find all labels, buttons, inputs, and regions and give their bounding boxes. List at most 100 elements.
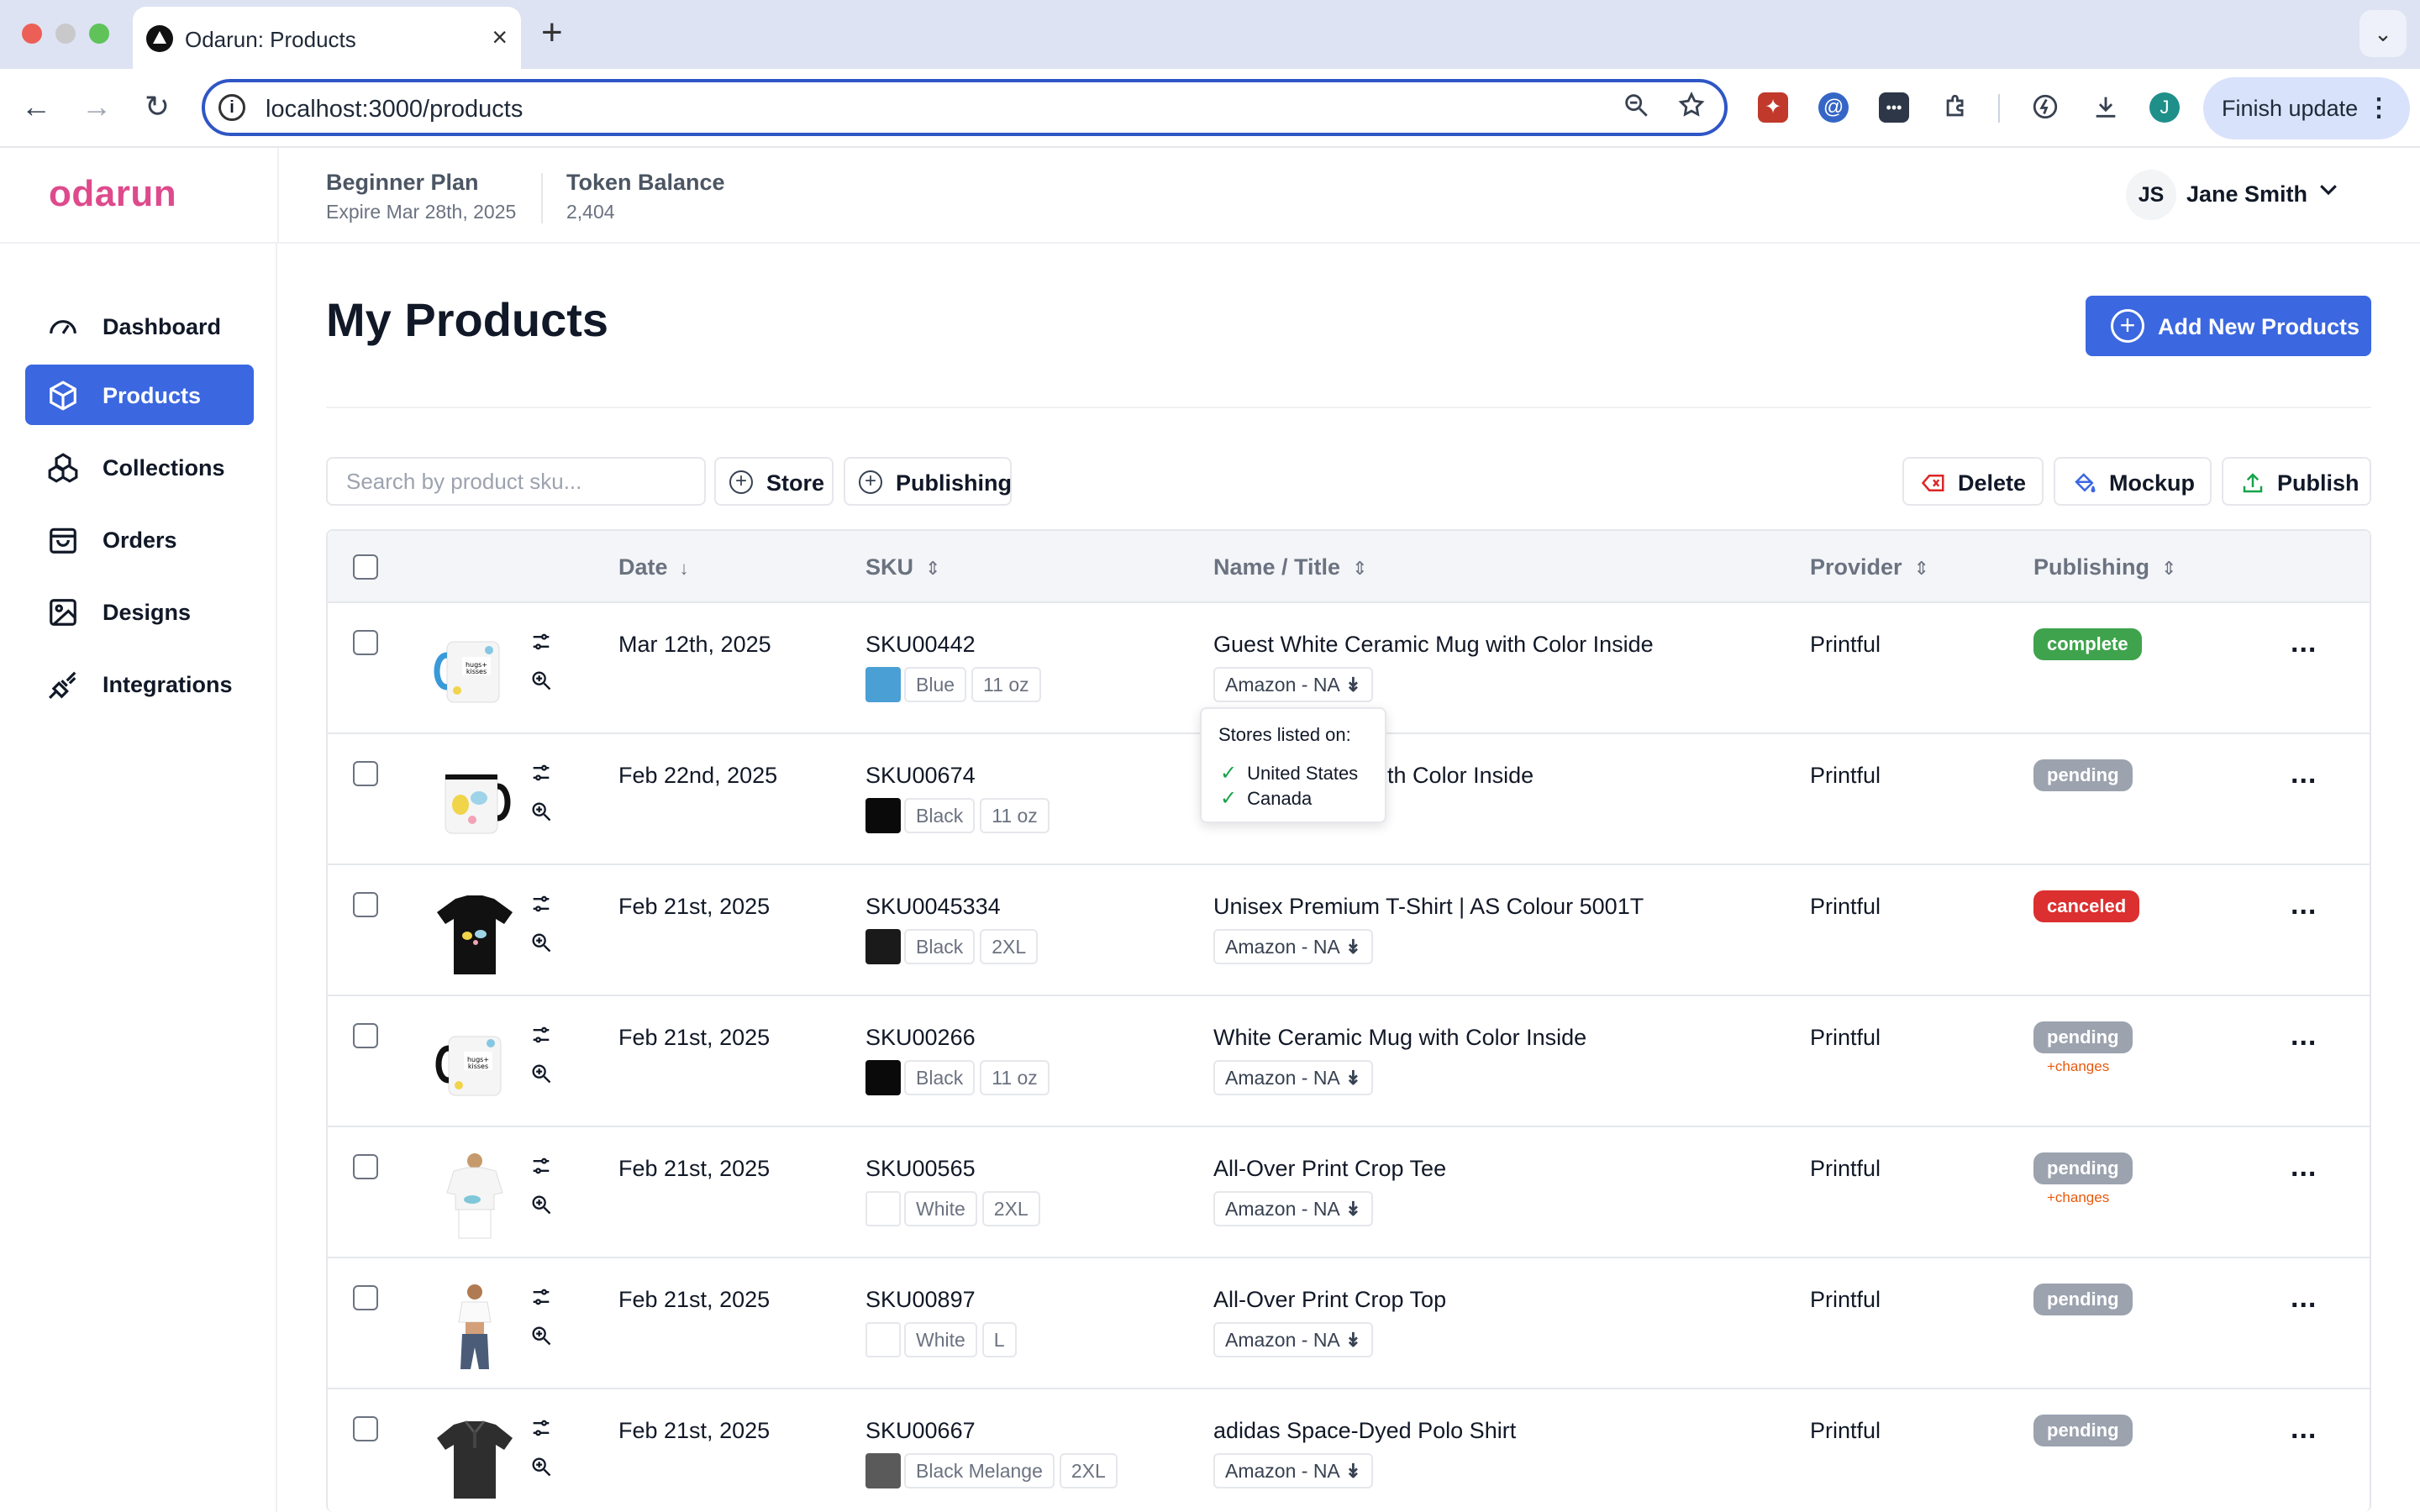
table-row[interactable]: Feb 21st, 2025 SKU00565 White 2XL All-Ov… — [328, 1127, 2370, 1258]
select-all-checkbox[interactable] — [353, 554, 378, 580]
product-name[interactable]: adidas Space-Dyed Polo Shirt — [1213, 1418, 1516, 1444]
row-checkbox[interactable] — [353, 1416, 378, 1441]
store-dropdown[interactable]: Amazon - NA ↡ — [1213, 1191, 1374, 1226]
column-header-date[interactable]: Date ↓ — [618, 554, 689, 580]
product-thumbnail[interactable]: hugs+ kisses — [429, 1018, 521, 1110]
search-input[interactable] — [326, 457, 706, 506]
browser-tab-active[interactable]: Odarun: Products × — [133, 7, 521, 69]
add-new-products-button[interactable]: + Add New Products — [2086, 296, 2371, 356]
column-header-publishing[interactable]: Publishing ⇕ — [2033, 554, 2176, 580]
download-icon[interactable] — [2091, 92, 2121, 123]
row-checkbox[interactable] — [353, 761, 378, 786]
store-item: ✓ United States — [1220, 761, 1358, 785]
store-dropdown[interactable]: Amazon - NA ↡ — [1213, 1453, 1374, 1488]
window-minimize-button[interactable] — [55, 24, 76, 44]
store-dropdown[interactable]: Amazon - NA ↡ — [1213, 1322, 1374, 1357]
finish-update-button[interactable]: Finish update ⋮ — [2203, 77, 2410, 139]
reload-icon[interactable]: ↻ — [136, 86, 178, 128]
new-tab-icon[interactable]: + — [541, 12, 563, 54]
table-row[interactable]: Feb 21st, 2025 SKU00667 Black Melange 2X… — [328, 1389, 2370, 1512]
sliders-icon[interactable] — [529, 1285, 553, 1309]
extensions-puzzle-icon[interactable] — [1941, 92, 1971, 123]
product-thumbnail[interactable] — [429, 1149, 521, 1242]
product-thumbnail[interactable]: hugs+ kisses — [429, 625, 521, 717]
column-header-name[interactable]: Name / Title ⇕ — [1213, 554, 1368, 580]
zoom-in-icon[interactable] — [529, 1455, 553, 1478]
store-dropdown[interactable]: Amazon - NA ↡ — [1213, 1060, 1374, 1095]
zoom-in-icon[interactable] — [529, 669, 553, 692]
product-name[interactable]: All-Over Print Crop Top — [1213, 1287, 1446, 1313]
forward-arrow-icon[interactable]: → — [76, 86, 118, 128]
sliders-icon[interactable] — [529, 1154, 553, 1178]
row-actions-menu-icon[interactable]: ... — [2291, 758, 2317, 790]
product-name[interactable]: All-Over Print Crop Tee — [1213, 1156, 1446, 1182]
performance-icon[interactable] — [2030, 92, 2060, 123]
product-name[interactable]: Guest White Ceramic Mug with Color Insid… — [1213, 632, 1654, 658]
row-actions-menu-icon[interactable]: ... — [2291, 1020, 2317, 1053]
window-close-button[interactable] — [22, 24, 42, 44]
sliders-icon[interactable] — [529, 892, 553, 916]
publish-button[interactable]: Publish — [2222, 457, 2371, 506]
zoom-in-icon[interactable] — [529, 800, 553, 823]
delete-button[interactable]: Delete — [1902, 457, 2044, 506]
product-thumbnail[interactable] — [429, 887, 521, 979]
row-checkbox[interactable] — [353, 1023, 378, 1048]
mockup-button[interactable]: Mockup — [2054, 457, 2212, 506]
back-arrow-icon[interactable]: ← — [15, 86, 57, 128]
product-thumbnail[interactable] — [429, 1280, 521, 1373]
row-actions-menu-icon[interactable]: ... — [2291, 627, 2317, 659]
sliders-icon[interactable] — [529, 1023, 553, 1047]
sidebar-item-products[interactable]: Products — [25, 365, 254, 425]
sliders-icon[interactable] — [529, 1416, 553, 1440]
store-dropdown[interactable]: Amazon - NA ↡ — [1213, 667, 1374, 702]
extension-password-icon[interactable]: ••• — [1879, 92, 1909, 123]
store-filter-button[interactable]: + Store — [714, 457, 834, 506]
zoom-in-icon[interactable] — [529, 1062, 553, 1085]
row-actions-menu-icon[interactable]: ... — [2291, 1151, 2317, 1184]
column-header-sku[interactable]: SKU ⇕ — [865, 554, 940, 580]
row-actions-menu-icon[interactable]: ... — [2291, 1413, 2317, 1446]
product-thumbnail[interactable] — [429, 1411, 521, 1504]
row-checkbox[interactable] — [353, 1285, 378, 1310]
brand-logo[interactable]: odarun — [49, 173, 176, 215]
window-maximize-button[interactable] — [89, 24, 109, 44]
column-header-provider[interactable]: Provider ⇕ — [1810, 554, 1929, 580]
zoom-in-icon[interactable] — [529, 1324, 553, 1347]
row-actions-menu-icon[interactable]: ... — [2291, 889, 2317, 921]
product-name[interactable]: White Ceramic Mug with Color Inside — [1213, 1025, 1586, 1051]
user-menu-chevron-icon[interactable] — [2316, 176, 2341, 208]
sliders-icon[interactable] — [529, 630, 553, 654]
product-name[interactable]: Unisex Premium T-Shirt | AS Colour 5001T — [1213, 894, 1644, 920]
store-dropdown[interactable]: Amazon - NA ↡ — [1213, 929, 1374, 964]
box-icon — [50, 381, 76, 411]
zoom-in-icon[interactable] — [529, 1193, 553, 1216]
tab-search-chevron-icon[interactable]: ⌄ — [2360, 10, 2407, 57]
user-name[interactable]: Jane Smith — [2186, 181, 2307, 207]
sidebar-item-orders[interactable]: Orders — [25, 509, 254, 570]
row-checkbox[interactable] — [353, 630, 378, 655]
address-url[interactable]: localhost:3000/products — [266, 96, 523, 123]
row-checkbox[interactable] — [353, 892, 378, 917]
extension-blue-circle-icon[interactable]: @ — [1818, 92, 1849, 123]
sidebar-item-integrations[interactable]: Integrations — [25, 654, 254, 714]
bookmark-star-icon[interactable] — [1677, 91, 1706, 126]
profile-avatar[interactable]: J — [2149, 92, 2180, 123]
extension-red-icon[interactable]: ✦ — [1758, 92, 1788, 123]
sidebar-item-designs[interactable]: Designs — [25, 581, 254, 642]
publishing-filter-button[interactable]: + Publishing — [844, 457, 1012, 506]
address-bar[interactable]: i localhost:3000/products — [202, 79, 1728, 136]
user-avatar[interactable]: JS — [2126, 170, 2176, 220]
row-checkbox[interactable] — [353, 1154, 378, 1179]
table-row[interactable]: Feb 21st, 2025 SKU0045334 Black 2XL Unis… — [328, 865, 2370, 996]
product-thumbnail[interactable] — [429, 756, 521, 848]
sidebar-item-collections[interactable]: Collections — [25, 437, 254, 497]
zoom-icon[interactable] — [1622, 91, 1650, 126]
table-row[interactable]: hugs+ kisses Feb 21st, 2025 SKU00266 Blac… — [328, 996, 2370, 1127]
sidebar-item-dashboard[interactable]: Dashboard — [25, 296, 254, 356]
table-row[interactable]: Feb 21st, 2025 SKU00897 White L All-Over… — [328, 1258, 2370, 1389]
row-actions-menu-icon[interactable]: ... — [2291, 1282, 2317, 1315]
zoom-in-icon[interactable] — [529, 931, 553, 954]
tab-close-icon[interactable]: × — [492, 22, 508, 53]
sliders-icon[interactable] — [529, 761, 553, 785]
site-info-icon[interactable]: i — [218, 94, 245, 121]
